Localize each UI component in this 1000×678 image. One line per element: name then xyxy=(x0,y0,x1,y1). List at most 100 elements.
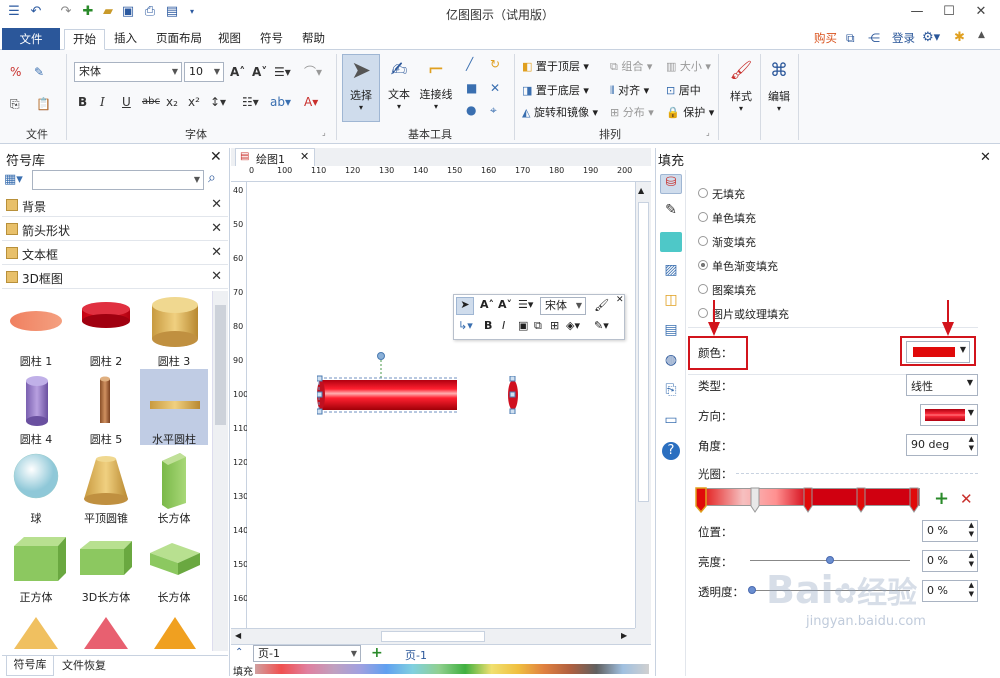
close-tab-icon[interactable]: ✕ xyxy=(300,150,309,163)
style-button[interactable]: 🖌 样式 ▾ xyxy=(724,56,758,124)
page-icon[interactable]: ▤ xyxy=(660,322,682,342)
add-stop-icon[interactable]: + xyxy=(934,488,949,509)
highlight-icon[interactable]: ab▾ xyxy=(270,94,291,112)
rectangle-tool-icon[interactable]: ■ xyxy=(466,80,477,98)
tab-page-layout[interactable]: 页面布局 xyxy=(148,29,210,50)
arrange-dialog-launcher-icon[interactable]: ⌟ xyxy=(706,128,710,137)
shape-label[interactable]: 圆柱 2 xyxy=(76,353,136,369)
bullets-icon[interactable]: ☷▾ xyxy=(242,94,259,112)
color-picker-button[interactable]: ▼ xyxy=(906,341,970,363)
page-nav-up-icon[interactable]: ⌃ xyxy=(235,647,243,658)
group-button[interactable]: ⧉ 组合 ▾ xyxy=(610,58,652,74)
mini-align-icon[interactable]: ☰▾ xyxy=(518,298,533,311)
mini-shadow-icon[interactable]: ▣ xyxy=(518,319,528,332)
collapse-ribbon-icon[interactable]: ▲ xyxy=(978,30,985,40)
brightness-input[interactable]: 0 % ▲ ▼ xyxy=(922,550,978,572)
center-button[interactable]: ⊡ 居中 xyxy=(666,82,701,98)
tab-view[interactable]: 视图 xyxy=(210,29,249,50)
shape-label[interactable]: 3D长方体 xyxy=(76,589,136,605)
bring-to-front-button[interactable]: ◧ 置于顶层 ▾ xyxy=(522,58,589,74)
font-family-select[interactable]: 宋体 ▼ xyxy=(74,62,182,82)
distribute-button[interactable]: ⊞ 分布 ▾ xyxy=(610,104,654,120)
text-align-icon[interactable]: ☰▾ xyxy=(274,64,291,82)
category-arrow-shapes[interactable]: 箭头形状 ✕ xyxy=(2,218,228,241)
shape-label[interactable]: 水平圆柱 xyxy=(144,431,204,447)
minimize-button[interactable]: — xyxy=(902,2,932,22)
underline-icon[interactable]: U xyxy=(122,94,131,112)
maximize-button[interactable]: ☐ xyxy=(934,2,964,22)
gradient-stop-handles[interactable] xyxy=(694,486,926,516)
tab-insert[interactable]: 插入 xyxy=(106,29,145,50)
mini-bold-icon[interactable]: B xyxy=(484,319,492,332)
shape-label[interactable]: 圆柱 3 xyxy=(144,353,204,369)
angle-input[interactable]: 90 deg ▲ ▼ xyxy=(906,434,978,456)
mini-connector-icon[interactable]: ↳▾ xyxy=(458,319,473,332)
font-size-select[interactable]: 10 ▼ xyxy=(184,62,224,82)
subscript-icon[interactable]: x₂ xyxy=(166,94,178,112)
font-dialog-launcher-icon[interactable]: ⌟ xyxy=(322,128,326,137)
tab-symbol-library[interactable]: 符号库 xyxy=(6,656,54,676)
shape-label[interactable]: 圆柱 5 xyxy=(76,431,136,447)
symbol-search-input[interactable]: ▼ xyxy=(32,170,204,190)
page-select[interactable]: 页-1 ▼ xyxy=(253,645,361,662)
shape-label[interactable]: 圆柱 4 xyxy=(6,431,66,447)
text-tool-button[interactable]: ✍ 文本 ▾ xyxy=(382,54,416,122)
connector-tool-button[interactable]: ⌐ 连接线 ▾ xyxy=(416,54,456,122)
mini-copy-icon[interactable]: ⧉ xyxy=(534,319,542,333)
vertical-scrollbar[interactable]: ▲ xyxy=(635,182,651,628)
bold-icon[interactable]: B xyxy=(78,94,87,112)
shape-label[interactable]: 圆柱 1 xyxy=(6,353,66,369)
line-pen-icon[interactable]: ✎ xyxy=(660,202,682,222)
mini-line-icon[interactable]: ✎▾ xyxy=(594,319,609,332)
plugin-icon[interactable]: ✱ xyxy=(954,30,965,45)
brush-icon[interactable]: ✎ xyxy=(34,64,44,82)
cross-tool-icon[interactable]: ✕ xyxy=(490,80,500,98)
superscript-icon[interactable]: x² xyxy=(188,94,200,112)
mini-close-icon[interactable]: ✕ xyxy=(616,295,624,305)
line-tool-icon[interactable]: ╱ xyxy=(466,56,473,74)
settings-gear-icon[interactable]: ⚙▾ xyxy=(922,30,940,45)
mini-brush-icon[interactable]: 🖌 xyxy=(594,298,609,312)
brightness-slider-thumb[interactable] xyxy=(826,556,834,564)
horizontal-cylinder-shape[interactable] xyxy=(317,346,457,416)
comment-icon[interactable]: ▭ xyxy=(660,412,682,432)
category-text-box[interactable]: 文本框 ✕ xyxy=(2,242,228,265)
send-to-back-button[interactable]: ◨ 置于底层 ▾ xyxy=(522,82,589,98)
copy-icon[interactable]: ⎘ xyxy=(10,96,20,114)
tab-home[interactable]: 开始 xyxy=(64,29,105,50)
paste-icon[interactable]: 📋 xyxy=(36,96,51,114)
globe-icon[interactable]: ◍ xyxy=(660,352,682,372)
arc-tool-icon[interactable]: ↻ xyxy=(490,56,500,74)
shape-label[interactable]: 平顶圆锥 xyxy=(76,510,136,526)
remove-stop-icon[interactable]: ✕ xyxy=(960,490,973,508)
horizontal-scrollbar[interactable]: ◀ ▶ xyxy=(231,628,635,644)
format-painter-icon[interactable]: % xyxy=(10,64,21,82)
tab-file[interactable]: 文件 xyxy=(2,28,60,50)
strikethrough-icon[interactable]: abc xyxy=(142,94,160,112)
mini-shrink-font-icon[interactable]: A˅ xyxy=(498,298,512,311)
shape-label[interactable]: 正方体 xyxy=(6,589,66,605)
tab-help[interactable]: 帮助 xyxy=(294,29,333,50)
shadow-color-icon[interactable] xyxy=(660,232,682,252)
shape-grid-scrollbar[interactable] xyxy=(212,291,228,651)
search-icon[interactable]: ⌕ xyxy=(208,170,216,186)
position-input[interactable]: 0 % ▲ ▼ xyxy=(922,520,978,542)
color-swatches[interactable] xyxy=(255,664,649,674)
share-screen-icon[interactable]: ⧉ xyxy=(846,31,855,46)
close-icon[interactable]: ✕ xyxy=(211,197,222,212)
size-button[interactable]: ▥ 大小 ▾ xyxy=(666,58,711,74)
library-menu-icon[interactable]: ▦▾ xyxy=(4,172,23,187)
protect-button[interactable]: 🔒 保护 ▾ xyxy=(666,104,714,120)
document-tab[interactable]: ▤ 绘图1 ✕ xyxy=(235,148,315,166)
font-color-icon[interactable]: A▾ xyxy=(304,94,318,112)
grow-font-icon[interactable]: A˄ xyxy=(230,64,245,82)
ellipse-tool-icon[interactable]: ● xyxy=(466,102,476,120)
symlib-close-icon[interactable]: ✕ xyxy=(210,149,222,165)
shadow-icon[interactable]: ◫ xyxy=(660,292,682,312)
page-tab[interactable]: 页-1 xyxy=(405,647,427,663)
tab-file-recovery[interactable]: 文件恢复 xyxy=(62,658,106,674)
category-3d-block[interactable]: 3D框图 ✕ xyxy=(2,266,228,289)
share-icon[interactable]: ⋲ xyxy=(868,31,880,45)
shape-label[interactable]: 球 xyxy=(6,510,66,526)
gradient-type-select[interactable]: 线性 ▼ xyxy=(906,374,978,396)
